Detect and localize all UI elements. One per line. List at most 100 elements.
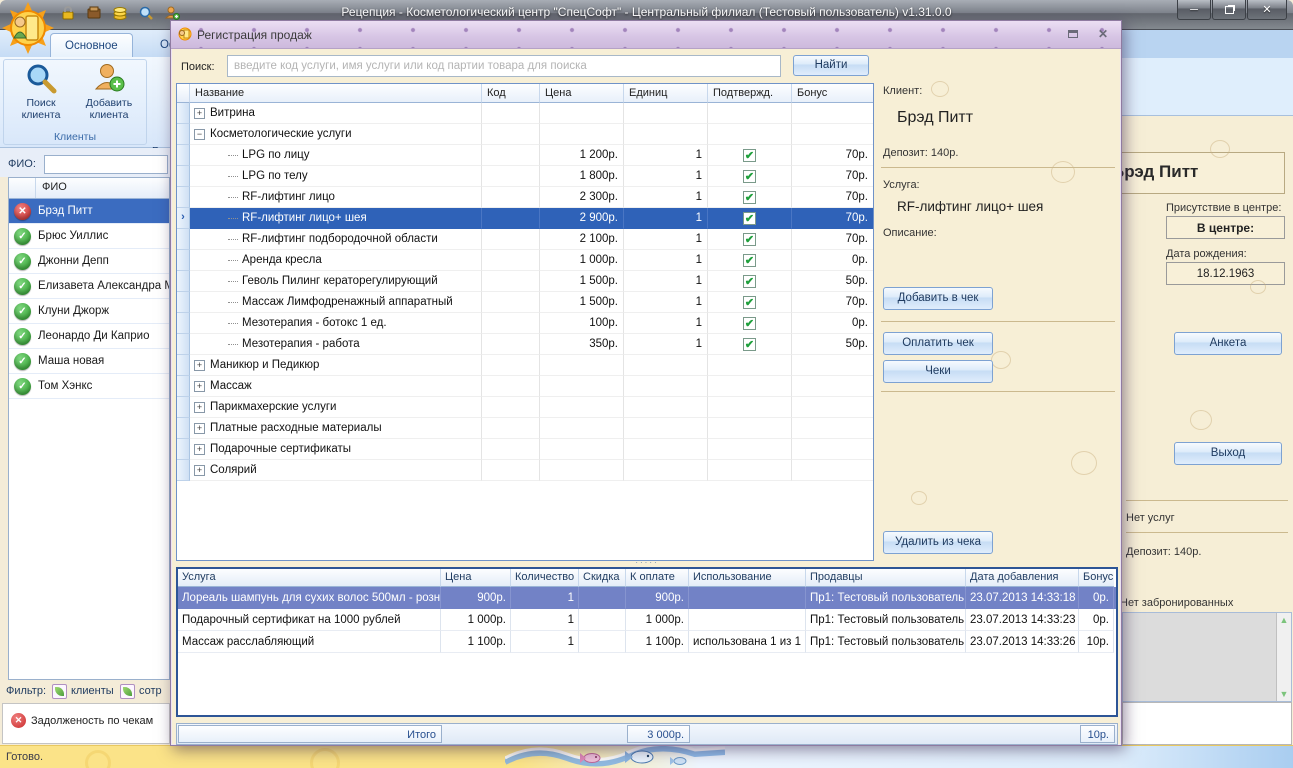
- checks-button[interactable]: Чеки: [883, 360, 993, 383]
- expand-icon[interactable]: +: [194, 423, 205, 434]
- tree-row[interactable]: RF-лифтинг подбородочной области2 100р.1…: [177, 229, 873, 250]
- confirmed-checkbox[interactable]: ✔: [743, 212, 756, 225]
- confirmed-checkbox[interactable]: ✔: [743, 254, 756, 267]
- cashbox-icon[interactable]: [84, 3, 104, 22]
- add-client-button[interactable]: Добавить клиента: [76, 60, 142, 132]
- cart-row[interactable]: Массаж расслабляющий1 100р.11 100р.испол…: [178, 631, 1116, 653]
- col-price[interactable]: Цена: [540, 84, 624, 103]
- filter-staff-checkbox[interactable]: [120, 684, 135, 699]
- scrollbar[interactable]: ▲ ▼: [1276, 613, 1291, 701]
- col-confirmed[interactable]: Подтвержд.: [708, 84, 792, 103]
- tree-row[interactable]: +Массаж: [177, 376, 873, 397]
- cart-col-added[interactable]: Дата добавления: [966, 569, 1079, 587]
- tree-row[interactable]: +Парикмахерские услуги: [177, 397, 873, 418]
- client-row[interactable]: ✓Брюс Уиллис: [9, 224, 169, 249]
- tree-row[interactable]: +Маникюр и Педикюр: [177, 355, 873, 376]
- client-row[interactable]: ✓Клуни Джорж: [9, 299, 169, 324]
- tree-cell-units: [624, 376, 708, 397]
- col-name[interactable]: Название: [190, 84, 482, 103]
- fio-input[interactable]: [44, 155, 168, 174]
- client-row[interactable]: ✓Леонардо Ди Каприо: [9, 324, 169, 349]
- expand-icon[interactable]: +: [194, 381, 205, 392]
- splitter-handle[interactable]: ·····: [176, 561, 1118, 566]
- exit-button[interactable]: Выход: [1174, 442, 1282, 465]
- confirmed-checkbox[interactable]: ✔: [743, 317, 756, 330]
- maximize-button[interactable]: [1212, 0, 1246, 20]
- expand-icon[interactable]: +: [194, 108, 205, 119]
- add-to-check-button[interactable]: Добавить в чек: [883, 287, 993, 310]
- pay-check-button[interactable]: Оплатить чек: [883, 332, 993, 355]
- tree-row[interactable]: Массаж Лимфодренажный аппаратный1 500р.1…: [177, 292, 873, 313]
- client-row[interactable]: ✓Маша новая: [9, 349, 169, 374]
- expand-icon[interactable]: +: [194, 360, 205, 371]
- ok-status-icon: ✓: [14, 303, 31, 320]
- confirmed-checkbox[interactable]: ✔: [743, 233, 756, 246]
- cart-row[interactable]: Лореаль шампунь для сухих волос 500мл - …: [178, 587, 1116, 609]
- tree-cell-confirmed: [708, 397, 792, 418]
- filter-clients-checkbox[interactable]: [52, 684, 67, 699]
- app-logo-icon[interactable]: [2, 1, 54, 55]
- scroll-down-icon[interactable]: ▼: [1277, 689, 1291, 699]
- cart-col-sellers[interactable]: Продавцы: [806, 569, 966, 587]
- tree-row[interactable]: RF-лифтинг лицо2 300р.1✔70р.: [177, 187, 873, 208]
- col-bonus[interactable]: Бонус: [792, 84, 874, 103]
- tree-row[interactable]: +Солярий: [177, 460, 873, 481]
- confirmed-checkbox[interactable]: ✔: [743, 296, 756, 309]
- tree-row[interactable]: +Подарочные сертификаты: [177, 439, 873, 460]
- close-button[interactable]: ✕: [1247, 0, 1287, 20]
- dialog-restore-button[interactable]: [1065, 27, 1081, 41]
- reserved-listbox[interactable]: ▲ ▼: [1122, 612, 1292, 702]
- expand-icon[interactable]: +: [194, 465, 205, 476]
- search-client-button[interactable]: Поиск клиента: [8, 60, 74, 132]
- cart-col-qty[interactable]: Количество: [511, 569, 579, 587]
- tree-row[interactable]: Геволь Пилинг кераторегулирующий1 500р.1…: [177, 271, 873, 292]
- debt-label[interactable]: Задолженость по чекам: [31, 715, 153, 727]
- cart-col-topay[interactable]: К оплате: [626, 569, 689, 587]
- cart-row[interactable]: Подарочный сертификат на 1000 рублей1 00…: [178, 609, 1116, 631]
- anketa-button[interactable]: Анкета: [1174, 332, 1282, 355]
- notes-box[interactable]: [1122, 702, 1292, 745]
- client-row[interactable]: ✓Джонни Депп: [9, 249, 169, 274]
- dialog-close-button[interactable]: ✕: [1095, 27, 1111, 41]
- tree-row[interactable]: +Витрина: [177, 103, 873, 124]
- remove-from-check-button[interactable]: Удалить из чека: [883, 531, 993, 554]
- collapse-icon[interactable]: −: [194, 129, 205, 140]
- cart-col-discount[interactable]: Скидка: [579, 569, 626, 587]
- scroll-up-icon[interactable]: ▲: [1277, 615, 1291, 625]
- tab-main[interactable]: Основное: [50, 33, 133, 57]
- tree-row[interactable]: ›RF-лифтинг лицо+ шея2 900р.1✔70р.: [177, 208, 873, 229]
- cart-col-service[interactable]: Услуга: [178, 569, 441, 587]
- confirmed-checkbox[interactable]: ✔: [743, 338, 756, 351]
- client-row[interactable]: ✕Брэд Питт: [9, 199, 169, 224]
- expand-icon[interactable]: +: [194, 402, 205, 413]
- client-row[interactable]: ✓Елизавета Александра Мар: [9, 274, 169, 299]
- tree-row[interactable]: LPG по лицу1 200р.1✔70р.: [177, 145, 873, 166]
- coins-icon[interactable]: [110, 3, 130, 22]
- col-code[interactable]: Код: [482, 84, 540, 103]
- tree-cell-confirmed: [708, 418, 792, 439]
- expand-icon[interactable]: +: [194, 444, 205, 455]
- find-button[interactable]: Найти: [793, 55, 869, 76]
- tree-row[interactable]: −Косметологические услуги: [177, 124, 873, 145]
- tree-row[interactable]: Мезотерапия - работа350р.1✔50р.: [177, 334, 873, 355]
- client-row[interactable]: ✓Том Хэнкс: [9, 374, 169, 399]
- confirmed-checkbox[interactable]: ✔: [743, 170, 756, 183]
- cart-col-price[interactable]: Цена: [441, 569, 511, 587]
- col-units[interactable]: Единиц: [624, 84, 708, 103]
- dialog-search-input[interactable]: [227, 55, 781, 77]
- tree-row[interactable]: LPG по телу1 800р.1✔70р.: [177, 166, 873, 187]
- tree-row[interactable]: Мезотерапия - ботокс 1 ед.100р.1✔0р.: [177, 313, 873, 334]
- cart-col-bonus[interactable]: Бонус: [1079, 569, 1114, 587]
- confirmed-checkbox[interactable]: ✔: [743, 275, 756, 288]
- tree-cell-confirmed: [708, 124, 792, 145]
- dialog-titlebar[interactable]: Регистрация продаж ✕: [171, 21, 1121, 49]
- confirmed-checkbox[interactable]: ✔: [743, 149, 756, 162]
- minimize-button[interactable]: ─: [1177, 0, 1211, 20]
- tree-row[interactable]: +Платные расходные материалы: [177, 418, 873, 439]
- confirmed-checkbox[interactable]: ✔: [743, 191, 756, 204]
- search-icon[interactable]: [136, 3, 156, 22]
- tree-row[interactable]: Аренда кресла1 000р.1✔0р.: [177, 250, 873, 271]
- description-label: Описание:: [883, 227, 937, 239]
- lock-icon[interactable]: [58, 3, 78, 22]
- cart-col-usage[interactable]: Использование: [689, 569, 806, 587]
